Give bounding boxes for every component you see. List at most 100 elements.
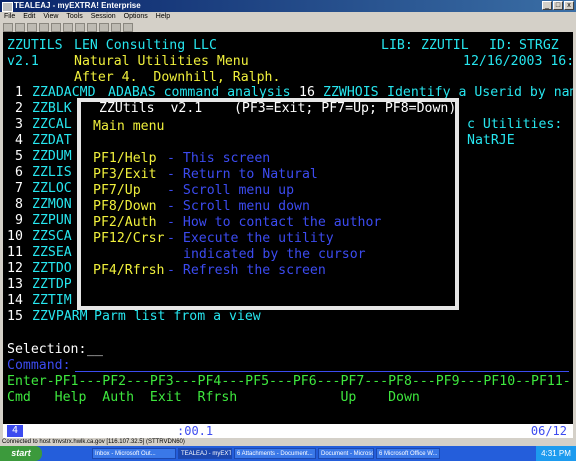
app-id: ZZUTILS bbox=[7, 38, 63, 53]
toolbar-disconnect-icon[interactable] bbox=[99, 22, 109, 32]
popup-key: PF2/Auth bbox=[93, 215, 157, 230]
popup-desc: - Execute the utility bbox=[167, 231, 334, 246]
taskbar-item[interactable]: Inbox - Microsoft Out... bbox=[92, 448, 176, 459]
terminal-screen[interactable]: ZZUTILS LEN Consulting LLC LIB: ZZUTIL I… bbox=[3, 32, 573, 434]
item-number: 5 bbox=[7, 149, 23, 164]
toolbar-new-icon[interactable] bbox=[3, 22, 13, 32]
menu-tools[interactable]: Tools bbox=[66, 12, 82, 22]
popup-key: PF8/Down bbox=[93, 199, 157, 214]
item-code[interactable]: ZZBLK bbox=[32, 101, 72, 117]
toolbar-cut-icon[interactable] bbox=[51, 22, 61, 32]
toolbar-macro-icon[interactable] bbox=[111, 22, 121, 32]
item-code[interactable]: ZZPUN bbox=[32, 213, 72, 229]
app-icon bbox=[2, 2, 13, 12]
popup-title: ZZUtils v2.1 (PF3=Exit; PF7=Up; PF8=Down… bbox=[99, 101, 457, 116]
minimize-button[interactable]: _ bbox=[542, 1, 552, 10]
item-code[interactable]: ZZTDO bbox=[32, 261, 72, 277]
taskbar-item[interactable]: Document - Microsoft... bbox=[318, 448, 374, 459]
item-number: 3 bbox=[7, 117, 23, 132]
menu-edit[interactable]: Edit bbox=[23, 12, 35, 22]
selection-input[interactable]: __ bbox=[87, 342, 103, 358]
item-code[interactable]: ZZLIS bbox=[32, 165, 72, 181]
command-label: Command: bbox=[7, 358, 71, 373]
maximize-button[interactable]: □ bbox=[553, 1, 563, 10]
toolbar-save-icon[interactable] bbox=[27, 22, 37, 32]
taskbar-item[interactable]: 6 Attachments - Document... bbox=[234, 448, 316, 459]
taskbar-item-active[interactable]: TEALEAJ - myEXT... bbox=[178, 448, 232, 459]
item-code[interactable]: ZZLOC bbox=[32, 181, 72, 197]
popup-desc: indicated by the cursor bbox=[183, 247, 366, 262]
toolbar bbox=[0, 22, 576, 32]
menu-view[interactable]: View bbox=[43, 12, 58, 22]
popup-desc: - How to contact the author bbox=[167, 215, 382, 230]
popup-desc: - Refresh the screen bbox=[167, 263, 326, 278]
item-number: 11 bbox=[7, 245, 23, 260]
window-title-bar[interactable]: TEALEAJ - myEXTRA! Enterprise _ □ x bbox=[0, 0, 576, 12]
right-fragment: c Utilities: bbox=[467, 117, 563, 132]
item-code[interactable]: ZZDUM bbox=[32, 149, 72, 165]
item-number: 7 bbox=[7, 181, 23, 196]
after-line: After 4. Downhill, Ralph. bbox=[74, 70, 281, 85]
item-desc: Parm list from a view bbox=[94, 309, 261, 324]
toolbar-connect-icon[interactable] bbox=[87, 22, 97, 32]
menu-bar: File Edit View Tools Session Options Hel… bbox=[0, 12, 576, 22]
popup-key: PF1/Help bbox=[93, 151, 157, 166]
item-code[interactable]: ZZVPARM bbox=[32, 309, 88, 325]
item-code[interactable]: ZZTIM bbox=[32, 293, 72, 309]
popup-key: PF7/Up bbox=[93, 183, 141, 198]
toolbar-paste-icon[interactable] bbox=[75, 22, 85, 32]
menu-session[interactable]: Session bbox=[91, 12, 116, 22]
item-code[interactable]: ZZCAL bbox=[32, 117, 72, 133]
popup-key: PF12/Crsr bbox=[93, 231, 165, 246]
window-title: TEALEAJ - myEXTRA! Enterprise bbox=[14, 1, 141, 10]
pf-key-labels: Cmd Help Auth Exit Rfrsh Up Down Crsr bbox=[7, 390, 573, 405]
toolbar-print-icon[interactable] bbox=[39, 22, 49, 32]
selection-label: Selection: bbox=[7, 342, 87, 357]
popup-desc: - Return to Natural bbox=[167, 167, 318, 182]
version: v2.1 bbox=[7, 54, 39, 69]
date-time: 12/16/2003 16:31 bbox=[463, 54, 573, 69]
command-input[interactable] bbox=[75, 371, 569, 372]
right-fragment: NatRJE bbox=[467, 133, 515, 148]
item-code[interactable]: ZZSCA bbox=[32, 229, 72, 245]
help-popup: ZZUtils v2.1 (PF3=Exit; PF7=Up; PF8=Down… bbox=[77, 98, 459, 310]
company-name: LEN Consulting LLC bbox=[74, 38, 217, 53]
item-number: 6 bbox=[7, 165, 23, 180]
toolbar-help-icon[interactable] bbox=[123, 22, 133, 32]
item-number: 14 bbox=[7, 293, 23, 308]
status-timer: :00.1 bbox=[177, 424, 214, 438]
id-value: STRGZ bbox=[519, 38, 559, 53]
popup-key: PF4/Rfrsh bbox=[93, 263, 165, 278]
subtitle: Natural Utilities Menu bbox=[74, 54, 249, 69]
menu-file[interactable]: File bbox=[4, 12, 15, 22]
popup-heading: Main menu bbox=[93, 119, 165, 134]
item-number: 8 bbox=[7, 197, 23, 212]
item-number: 1 bbox=[7, 85, 23, 100]
status-indicator: 4 bbox=[7, 425, 23, 437]
connection-status: Connected to host tmvstrx.hwlk.ca.gov [1… bbox=[2, 439, 185, 445]
windows-taskbar: start Inbox - Microsoft Out... TEALEAJ -… bbox=[0, 446, 576, 461]
menu-options[interactable]: Options bbox=[124, 12, 148, 22]
toolbar-copy-icon[interactable] bbox=[63, 22, 73, 32]
popup-key: PF3/Exit bbox=[93, 167, 157, 182]
close-button[interactable]: x bbox=[564, 1, 574, 10]
item-number: 12 bbox=[7, 261, 23, 276]
pf-key-line: Enter-PF1---PF2---PF3---PF4---PF5---PF6-… bbox=[7, 374, 573, 389]
lib-value: ZZUTIL bbox=[421, 38, 469, 53]
item-code[interactable]: ZZMON bbox=[32, 197, 72, 213]
item-number: 13 bbox=[7, 277, 23, 292]
lib-label: LIB: bbox=[381, 38, 413, 53]
item-number: 9 bbox=[7, 213, 23, 228]
menu-help[interactable]: Help bbox=[156, 12, 170, 22]
item-number: 4 bbox=[7, 133, 23, 148]
start-button[interactable]: start bbox=[0, 446, 42, 461]
popup-desc: - Scroll menu up bbox=[167, 183, 295, 198]
item-code[interactable]: ZZDAT bbox=[32, 133, 72, 149]
taskbar-item[interactable]: 6 Microsoft Office W... bbox=[376, 448, 440, 459]
item-code[interactable]: ZZTDP bbox=[32, 277, 72, 293]
item-number: 2 bbox=[7, 101, 23, 116]
item-number: 10 bbox=[7, 229, 23, 244]
popup-desc: - Scroll menu down bbox=[167, 199, 310, 214]
item-code[interactable]: ZZSEA bbox=[32, 245, 72, 261]
toolbar-open-icon[interactable] bbox=[15, 22, 25, 32]
